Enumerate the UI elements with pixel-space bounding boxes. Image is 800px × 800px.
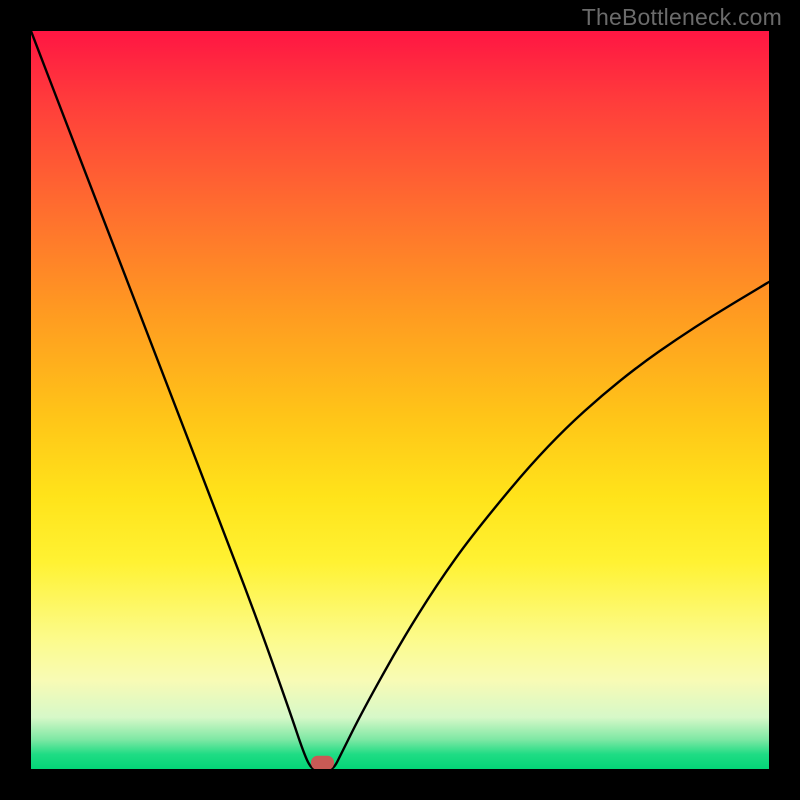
optimal-marker (312, 756, 334, 769)
plot-area (31, 31, 769, 769)
chart-svg (31, 31, 769, 769)
bottleneck-curve (31, 31, 769, 769)
chart-frame: TheBottleneck.com (0, 0, 800, 800)
watermark-text: TheBottleneck.com (582, 4, 782, 31)
